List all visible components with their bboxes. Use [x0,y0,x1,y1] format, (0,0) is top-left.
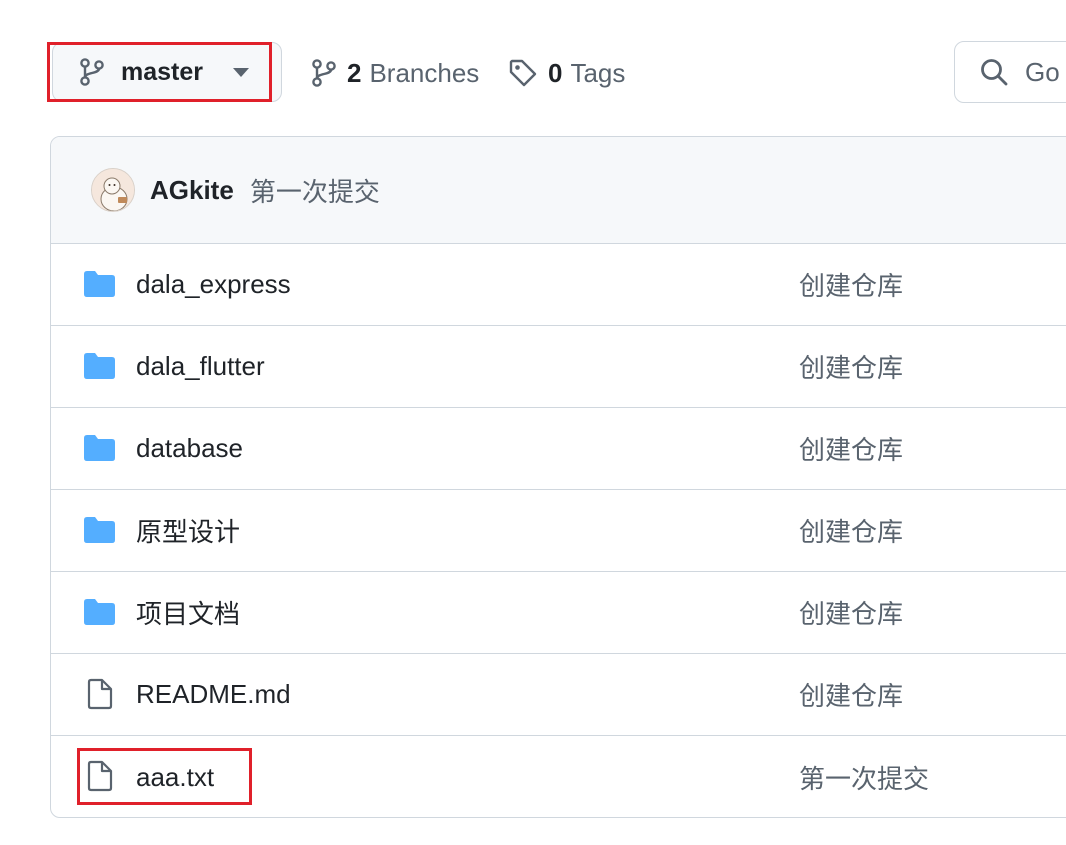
file-commit-message[interactable]: 创建仓库 [799,512,903,549]
branch-name: master [121,57,203,86]
file-commit-message[interactable]: 创建仓库 [799,430,903,467]
tags-count: 0 [548,57,563,88]
branches-count: 2 [347,57,362,88]
file-row[interactable]: 项目文档 创建仓库 [51,572,1066,654]
branch-selector-button[interactable]: master [52,42,282,102]
folder-icon [82,434,116,462]
latest-commit-row: AGkite 第一次提交 [51,137,1066,244]
repo-file-browser: master 2 Branches 0 Tags Go AGkite 第一次提交… [0,0,1066,845]
file-icon [87,760,113,792]
file-name[interactable]: 原型设计 [136,512,240,549]
avatar[interactable] [91,168,135,212]
file-row[interactable]: database 创建仓库 [51,408,1066,490]
folder-icon [82,270,116,298]
git-branch-icon [311,58,337,88]
file-commit-message[interactable]: 创建仓库 [799,266,903,303]
go-to-file-search[interactable] [954,41,1066,103]
tags-link[interactable]: 0 Tags [508,52,625,94]
file-name[interactable]: README.md [136,679,291,710]
search-input[interactable] [1025,56,1066,88]
file-commit-message[interactable]: 创建仓库 [799,594,903,631]
file-commit-message[interactable]: 第一次提交 [799,759,929,796]
file-table: AGkite 第一次提交 dala_express 创建仓库 dala_flut… [50,136,1066,818]
file-commit-message[interactable]: 创建仓库 [799,676,903,713]
commit-message[interactable]: 第一次提交 [250,172,380,209]
chevron-down-icon [233,67,249,77]
git-branch-icon [79,57,105,87]
file-name[interactable]: 项目文档 [136,594,240,631]
file-row[interactable]: 原型设计 创建仓库 [51,490,1066,572]
file-name[interactable]: dala_flutter [136,351,265,382]
file-name[interactable]: database [136,433,243,464]
tag-icon [508,58,538,88]
file-row[interactable]: README.md 创建仓库 [51,654,1066,736]
folder-icon [82,516,116,544]
file-name[interactable]: dala_express [136,269,291,300]
folder-icon [82,352,116,380]
file-row[interactable]: dala_express 创建仓库 [51,244,1066,326]
file-row[interactable]: aaa.txt 第一次提交 [51,736,1066,817]
file-commit-message[interactable]: 创建仓库 [799,348,903,385]
file-name[interactable]: aaa.txt [136,762,214,793]
file-row[interactable]: dala_flutter 创建仓库 [51,326,1066,408]
commit-author[interactable]: AGkite [150,175,234,206]
file-icon [87,678,113,710]
search-icon [979,57,1009,87]
folder-icon [82,598,116,626]
tags-label: Tags [570,57,626,88]
branches-label: Branches [369,57,480,88]
branches-link[interactable]: 2 Branches [311,52,479,94]
